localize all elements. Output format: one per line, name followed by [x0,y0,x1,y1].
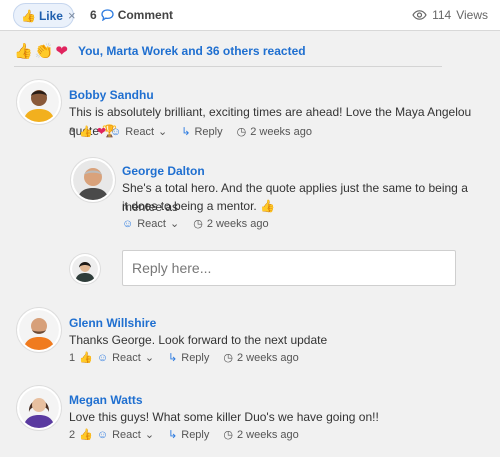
chevron-down-icon[interactable]: ⌄ [145,351,154,364]
comment-actions: 1 👍 ☺ React ⌄ ↳ Reply ◷ 2 weeks ago [69,351,299,365]
eye-icon [412,10,427,20]
react-button[interactable]: React [112,429,141,441]
comment-author[interactable]: Megan Watts [69,393,143,407]
reaction-count[interactable]: 1 [69,352,75,364]
reply-icon[interactable]: ↳ [181,125,190,138]
views-counter: 114 Views [412,8,488,22]
clock-icon: ◷ [223,429,233,441]
reply-input-box[interactable] [122,250,456,286]
like-button[interactable]: 👍 Like × [13,3,76,28]
comment-timestamp: 2 weeks ago [206,217,269,230]
react-icon[interactable]: ☺ [122,218,133,230]
comment-label: Comment [117,8,174,22]
reply-button[interactable]: Reply [181,352,209,364]
views-label: Views [456,8,488,22]
avatar[interactable] [17,308,61,352]
reactions-summary[interactable]: 👍 👏 ❤ You, Marta Worek and 36 others rea… [14,42,306,60]
comment-actions: ☺ React ⌄ ◷ 2 weeks ago [122,217,269,231]
comment-author[interactable]: Bobby Sandhu [69,88,154,102]
react-icon[interactable]: ☺ [110,126,121,138]
avatar[interactable] [17,386,61,430]
thumbs-up-icon: 👍 [14,43,33,60]
clap-icon: 👏 [34,43,54,60]
reply-input[interactable] [123,251,455,285]
comment-author[interactable]: Glenn Willshire [69,316,156,330]
chevron-down-icon[interactable]: ⌄ [170,217,179,230]
comment-count: 6 [90,8,97,22]
avatar[interactable] [71,158,115,202]
comment-author[interactable]: George Dalton [122,164,205,178]
clock-icon: ◷ [193,218,203,230]
heart-icon: ❤ [96,126,107,138]
comment-button[interactable]: 6 Comment [90,8,173,22]
comment-text: Thanks George. Look forward to the next … [69,333,328,347]
divider [14,66,442,67]
react-button[interactable]: React [137,218,166,230]
speech-bubble-icon [101,9,114,21]
thumbs-up-icon: 👍 [21,8,36,23]
reaction-count[interactable]: 3 [69,126,75,138]
reply-button[interactable]: Reply [181,429,209,441]
react-button[interactable]: React [125,126,154,138]
comment-timestamp: 2 weeks ago [250,125,312,138]
reaction-count[interactable]: 2 [69,429,75,441]
thumbs-up-icon: 👍 [79,352,93,364]
reply-icon[interactable]: ↳ [168,428,177,441]
comment-text-line-2: it does to being a mentor. 👍 [122,199,276,213]
heart-icon: ❤ [55,43,68,60]
views-count: 114 [432,8,452,22]
react-icon[interactable]: ☺ [97,429,108,441]
comment-actions: 3 👍 ❤ ☺ React ⌄ ↳ Reply ◷ 2 weeks ago [69,125,312,139]
current-user-avatar [70,254,100,284]
reply-icon[interactable]: ↳ [168,351,177,364]
clock-icon: ◷ [236,126,247,138]
avatar[interactable] [17,80,61,124]
chevron-down-icon[interactable]: ⌄ [158,125,167,138]
react-button[interactable]: React [112,352,141,364]
post-action-bar: 👍 Like × 6 Comment 114 Views [0,0,500,31]
thumbs-up-icon: 👍 [79,126,93,138]
chevron-down-icon[interactable]: ⌄ [145,428,154,441]
comment-actions: 2 👍 ☺ React ⌄ ↳ Reply ◷ 2 weeks ago [69,428,299,442]
like-label: Like [38,8,63,23]
thumbs-up-icon: 👍 [79,429,93,441]
reply-button[interactable]: Reply [194,126,222,138]
comment-text: Love this guys! What some killer Duo's w… [69,410,379,424]
close-icon[interactable]: × [68,8,76,23]
react-icon[interactable]: ☺ [97,352,108,364]
comment-timestamp: 2 weeks ago [236,351,299,364]
reactions-summary-text[interactable]: You, Marta Worek and 36 others reacted [78,44,306,58]
clock-icon: ◷ [223,352,233,364]
comment-timestamp: 2 weeks ago [236,428,299,441]
